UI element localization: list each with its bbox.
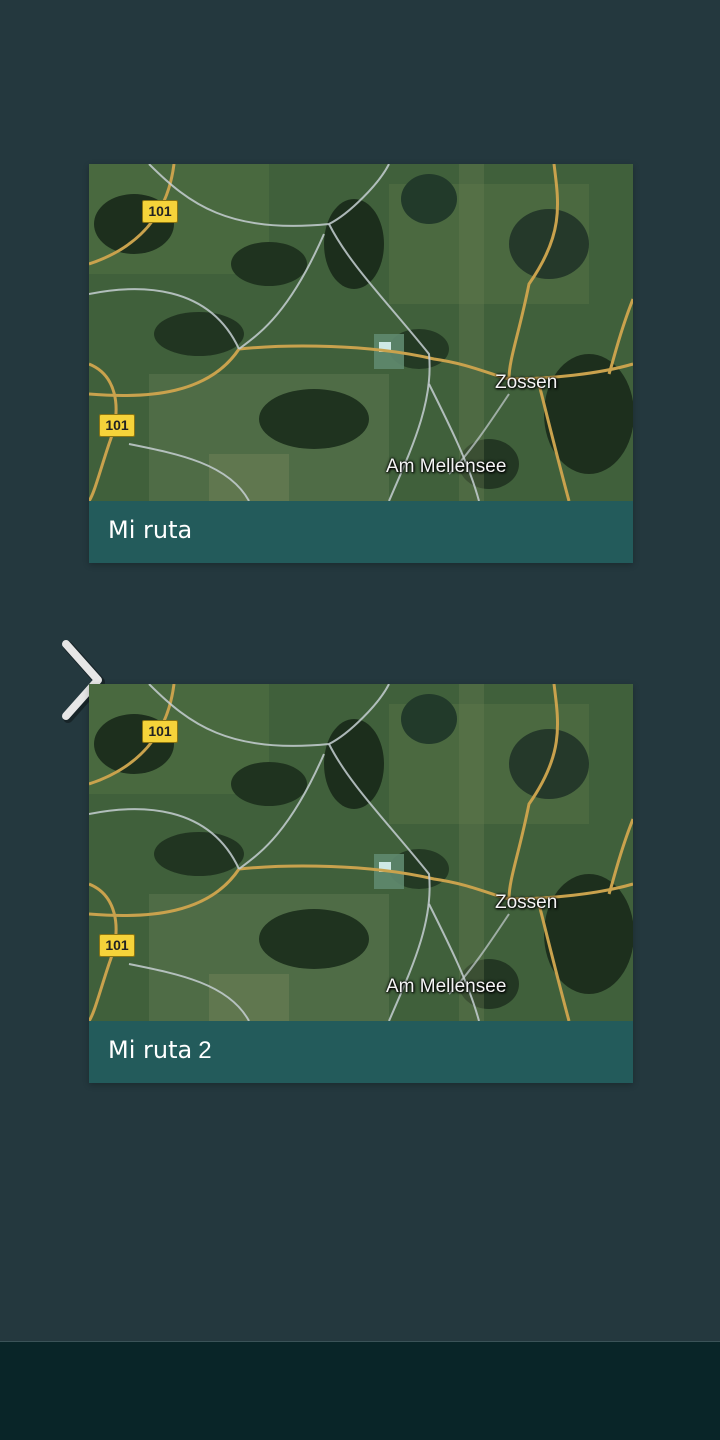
route-map-thumbnail: 101 101 Zossen Am Mellensee [89, 684, 633, 1021]
road-shield: 101 [99, 934, 135, 957]
route-caption: Mi ruta [89, 501, 633, 563]
town-label: Am Mellensee [386, 456, 507, 477]
road-shield: 101 [99, 414, 135, 437]
town-label: Am Mellensee [386, 976, 507, 997]
route-list-screen: 101 101 Zossen Am Mellensee Mi ruta 101 … [0, 0, 720, 1440]
route-card[interactable]: 101 101 Zossen Am Mellensee Mi ruta 2 [89, 684, 633, 1083]
route-card[interactable]: 101 101 Zossen Am Mellensee Mi ruta [89, 164, 633, 563]
road-shield: 101 [142, 720, 178, 743]
town-label: Zossen [495, 892, 558, 913]
route-map-thumbnail: 101 101 Zossen Am Mellensee [89, 164, 633, 501]
route-number: 2 [198, 1037, 212, 1064]
bottom-bar [0, 1341, 720, 1440]
town-label: Zossen [495, 372, 558, 393]
route-name: Mi ruta [108, 516, 193, 544]
route-caption: Mi ruta 2 [89, 1021, 633, 1083]
road-shield: 101 [142, 200, 178, 223]
route-name: Mi ruta [108, 1036, 193, 1064]
